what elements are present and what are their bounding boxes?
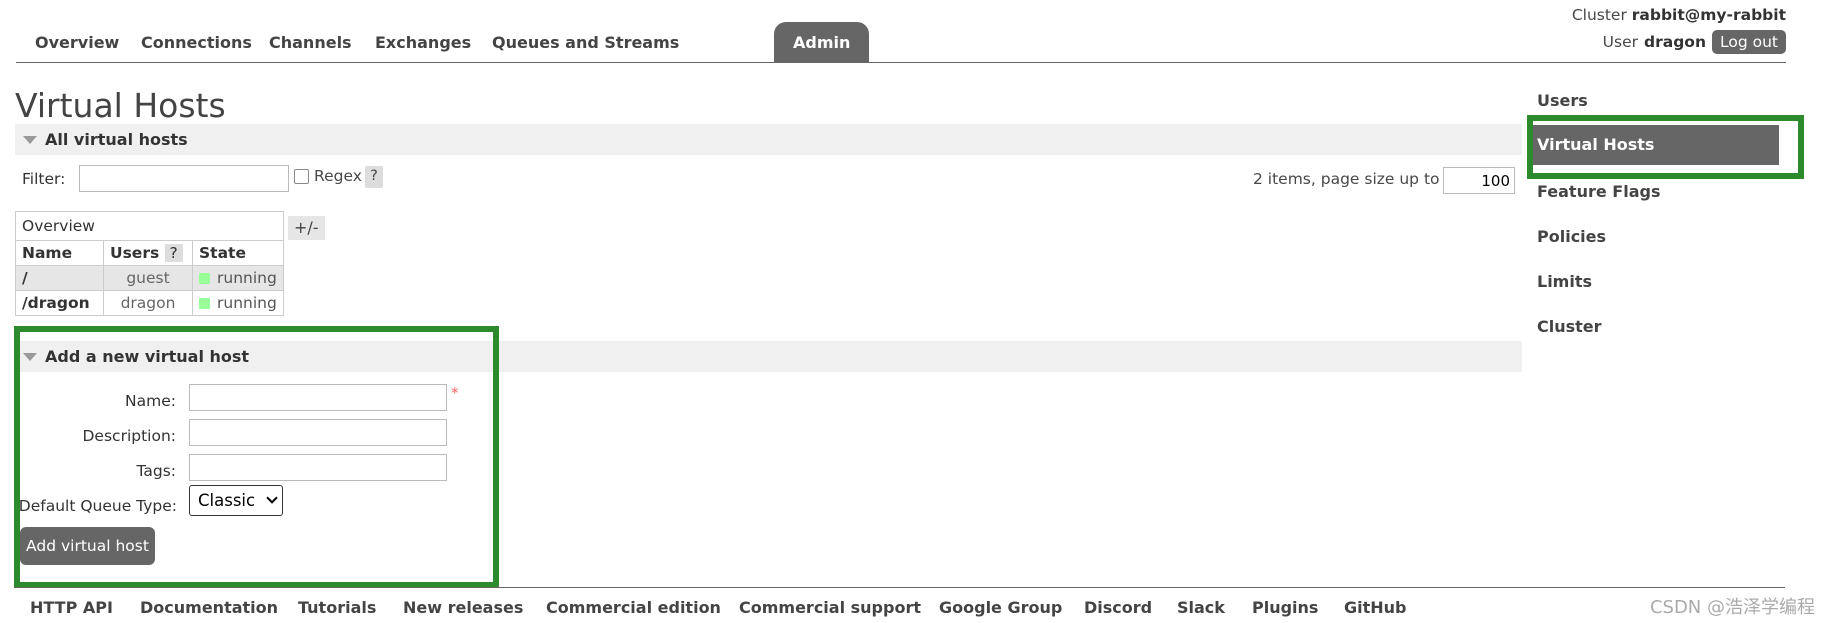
footer-link-commercial-edition[interactable]: Commercial edition [546,598,721,617]
footer-divider [15,587,1785,588]
tab-exchanges[interactable]: Exchanges [356,22,490,62]
vhost-state: running [192,265,284,291]
sidebar-item-users[interactable]: Users [1537,91,1588,110]
vhost-state-label: running [217,294,277,312]
page-size-input[interactable] [1443,167,1515,194]
tab-connections[interactable]: Connections [122,22,271,62]
column-header-name[interactable]: Name [15,240,104,266]
tab-admin[interactable]: Admin [774,22,870,62]
user-label: User [1602,33,1639,51]
users-header-label: Users [110,244,160,262]
vhosts-table: Overview Name Users ? State / guest runn… [15,211,284,316]
tab-queues-and-streams[interactable]: Queues and Streams [473,22,698,62]
footer-link-plugins[interactable]: Plugins [1252,598,1318,617]
sidebar-item-virtual-hosts[interactable]: Virtual Hosts [1533,125,1779,165]
page-title: Virtual Hosts [15,86,226,125]
footer-link-documentation[interactable]: Documentation [140,598,278,617]
sidebar-item-limits[interactable]: Limits [1537,272,1592,291]
highlight-box-add-form [14,326,499,588]
sidebar-item-feature-flags[interactable]: Feature Flags [1537,182,1660,201]
vhost-name-link[interactable]: / [15,265,104,291]
table-row[interactable]: /dragon dragon running [15,290,284,316]
tab-channels[interactable]: Channels [250,22,371,62]
vhost-state: running [192,290,284,316]
footer-link-github[interactable]: GitHub [1344,598,1407,617]
footer-link-commercial-support[interactable]: Commercial support [739,598,921,617]
regex-help-icon[interactable]: ? [365,166,383,188]
filter-label: Filter: [22,170,66,188]
running-status-indicator [199,273,210,284]
collapse-triangle-icon [23,136,37,144]
vhost-users: dragon [103,290,193,316]
filter-input[interactable] [79,165,289,192]
running-status-indicator [199,298,210,309]
footer-link-slack[interactable]: Slack [1177,598,1225,617]
cluster-name: rabbit@my-rabbit [1631,6,1786,24]
user-name: dragon [1644,33,1706,51]
tab-overview[interactable]: Overview [16,22,138,62]
footer-link-tutorials[interactable]: Tutorials [298,598,376,617]
footer-link-google-group[interactable]: Google Group [939,598,1062,617]
vhost-users: guest [103,265,193,291]
regex-label: Regex [314,167,362,185]
columns-toggle-button[interactable]: +/- [288,216,325,240]
logout-button[interactable]: Log out [1712,30,1786,54]
column-header-users[interactable]: Users ? [103,240,193,266]
main-nav-tabs: Overview Connections Channels Exchanges … [16,22,1786,63]
vhost-name-link[interactable]: /dragon [15,290,104,316]
items-count-text: 2 items, page size up to [1253,170,1440,188]
table-group-header: Overview [15,211,284,241]
sidebar-item-policies[interactable]: Policies [1537,227,1606,246]
footer-link-discord[interactable]: Discord [1084,598,1152,617]
regex-checkbox[interactable] [294,169,309,184]
footer-link-new-releases[interactable]: New releases [403,598,523,617]
column-header-state[interactable]: State [192,240,284,266]
user-info: User dragon Log out [1603,30,1786,54]
section-title: All virtual hosts [45,130,188,149]
table-row[interactable]: / guest running [15,265,284,291]
sidebar-item-cluster[interactable]: Cluster [1537,317,1602,336]
footer-link-http-api[interactable]: HTTP API [30,598,113,617]
csdn-watermark: CSDN @浩泽学编程 [1649,597,1815,618]
all-vhosts-section-header[interactable]: All virtual hosts [15,124,1522,155]
cluster-label: Cluster [1571,6,1627,24]
vhost-state-label: running [217,269,277,287]
cluster-info: Cluster rabbit@my-rabbit [1572,6,1786,24]
users-help-icon[interactable]: ? [164,244,183,262]
